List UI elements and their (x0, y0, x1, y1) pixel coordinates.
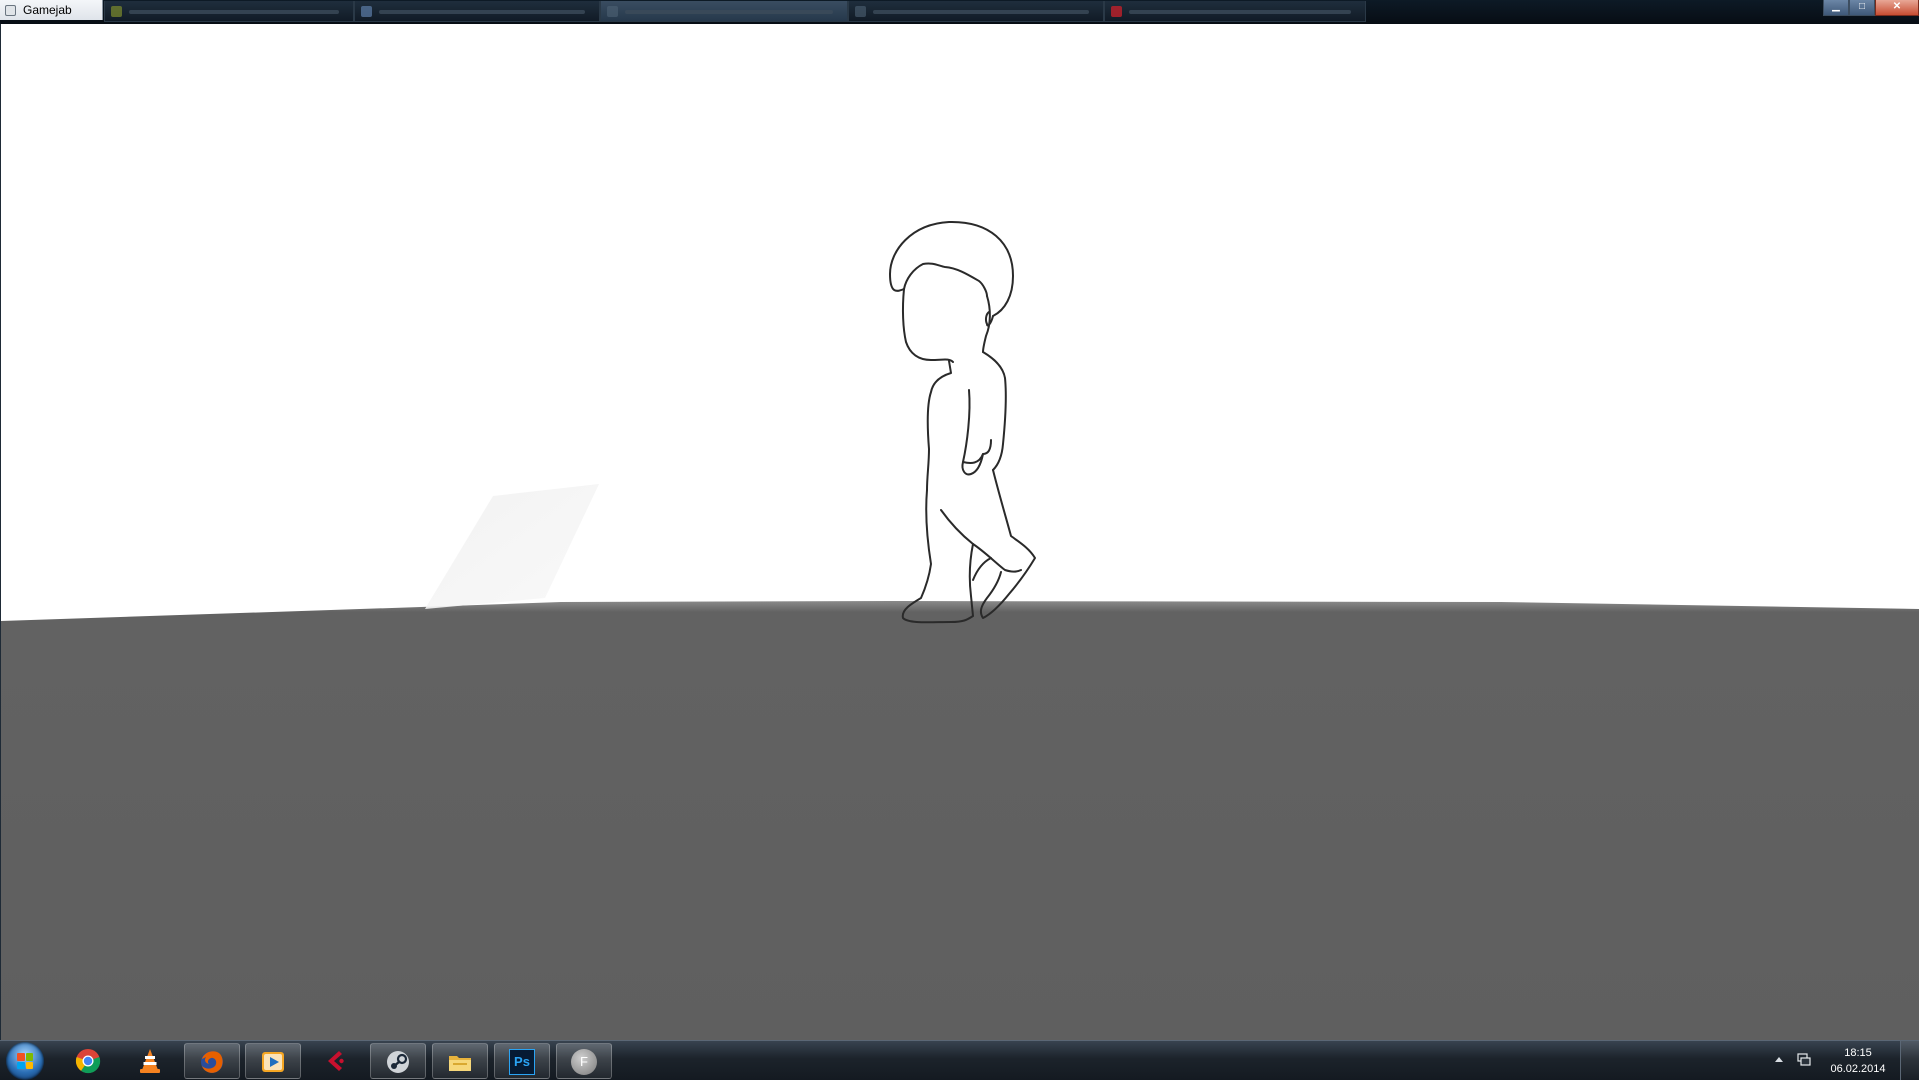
firefox-icon (201, 1051, 223, 1073)
tab-favicon-icon (111, 6, 122, 17)
clock-date: 06.02.2014 (1830, 1063, 1886, 1075)
show-desktop-button[interactable] (1900, 1041, 1919, 1080)
taskbar-button-media-player[interactable] (245, 1043, 301, 1079)
taskbar-button-photoshop[interactable]: Ps (494, 1043, 550, 1079)
maximize-button[interactable]: □ (1849, 0, 1875, 16)
clock-time: 18:15 (1844, 1047, 1872, 1059)
background-browser-tab[interactable] (848, 1, 1104, 22)
vlc-icon (140, 1049, 160, 1073)
window-title: Gamejab (23, 3, 72, 17)
ground-terrain (1, 601, 1919, 1040)
chrome-icon (75, 1049, 101, 1074)
active-window-tab[interactable]: Gamejab (0, 0, 103, 20)
walking-character (889, 220, 1036, 624)
game-scene (1, 220, 1919, 1040)
background-browser-tab[interactable] (354, 1, 600, 22)
desktop-screen: Gamejab ▁ □ ✕ Ps F 18:15 06.02.2014 (0, 0, 1919, 1080)
photoshop-icon: Ps (509, 1049, 535, 1075)
taskbar-button-firefox[interactable] (184, 1043, 240, 1079)
tab-favicon-icon (1111, 6, 1122, 17)
steam-icon (387, 1051, 409, 1073)
close-button[interactable]: ✕ (1875, 0, 1919, 16)
taskbar-button-chrome[interactable] (61, 1043, 117, 1079)
minimize-button[interactable]: ▁ (1823, 0, 1849, 16)
taskbar-button-vlc[interactable] (123, 1043, 179, 1079)
tab-favicon-icon (607, 6, 618, 17)
system-clock[interactable]: 18:15 06.02.2014 (1815, 1045, 1901, 1077)
background-browser-tab[interactable] (1104, 1, 1366, 22)
media-player-icon (262, 1052, 284, 1072)
windows-logo-icon (17, 1053, 33, 1069)
translucent-panel (425, 484, 599, 609)
window-title-bar[interactable]: Gamejab ▁ □ ✕ (0, 0, 1919, 24)
codebook-icon (328, 1051, 344, 1071)
taskbar-button-flash[interactable]: F (556, 1043, 612, 1079)
network-icon[interactable] (1797, 1053, 1811, 1066)
taskbar: Ps F 18:15 06.02.2014 (0, 1040, 1919, 1080)
file-explorer-icon (449, 1056, 471, 1071)
taskbar-button-file-explorer[interactable] (432, 1043, 488, 1079)
background-browser-tab[interactable] (600, 1, 848, 22)
flash-icon: F (571, 1049, 597, 1075)
taskbar-button-steam[interactable] (370, 1043, 426, 1079)
game-viewport[interactable] (0, 24, 1919, 1040)
taskbar-button-codebook[interactable] (308, 1043, 364, 1079)
background-browser-tab[interactable] (104, 1, 354, 22)
window-controls: ▁ □ ✕ (1823, 0, 1919, 16)
show-hidden-icons-button[interactable] (1775, 1057, 1783, 1062)
start-button[interactable] (6, 1042, 44, 1080)
app-icon (5, 5, 16, 16)
tab-favicon-icon (361, 6, 372, 17)
tab-favicon-icon (855, 6, 866, 17)
